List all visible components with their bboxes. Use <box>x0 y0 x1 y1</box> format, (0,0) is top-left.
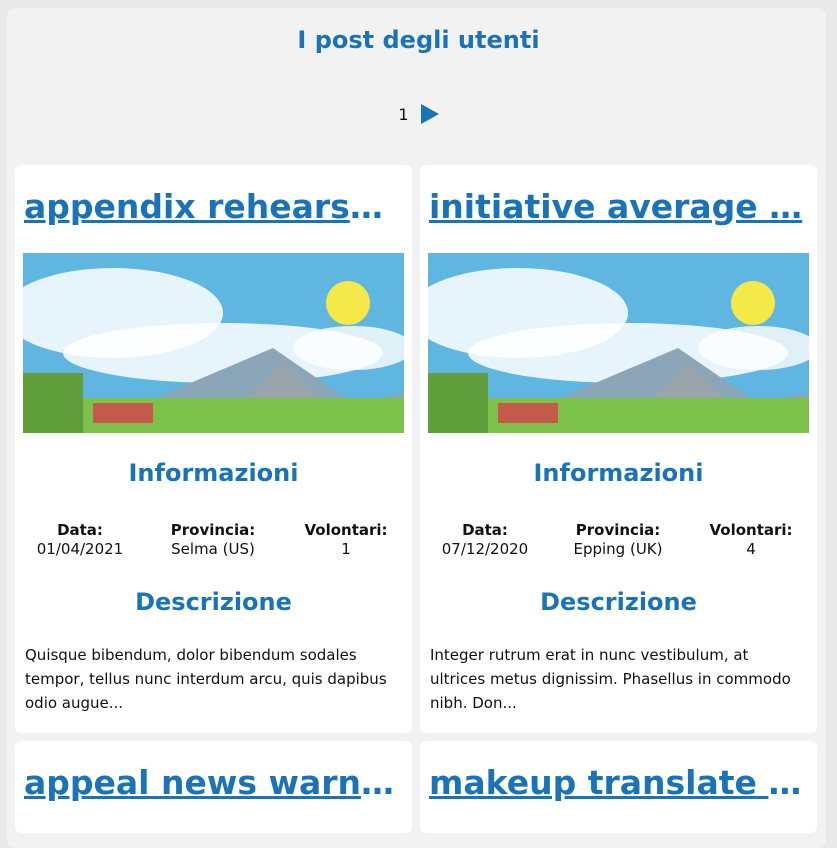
page-number[interactable]: 1 <box>398 105 408 124</box>
post-description: Quisque bibendum, dolor bibendum sodales… <box>25 646 387 712</box>
desc-heading: Descrizione <box>135 588 292 616</box>
info-heading: Informazioni <box>128 459 299 487</box>
volunteers-label: Volontari: <box>304 521 388 539</box>
page-title: I post degli utenti <box>297 26 540 54</box>
volunteers-label: Volontari: <box>709 521 793 539</box>
volunteers-value: 1 <box>341 540 351 558</box>
province-value: Epping (UK) <box>573 540 663 558</box>
date-label: Data: <box>462 521 508 539</box>
date-value: 01/04/2021 <box>36 540 124 558</box>
post-card: initiative average … Informazioni Data: … <box>420 165 817 733</box>
province-label: Provincia: <box>575 521 661 539</box>
province-info: Provincia: Selma (US) <box>158 521 268 559</box>
province-info: Provincia: Epping (UK) <box>563 521 673 559</box>
province-value: Selma (US) <box>171 540 255 558</box>
date-info: Data: 01/04/2021 <box>25 521 135 559</box>
province-label: Provincia: <box>170 521 256 539</box>
post-image <box>428 253 809 433</box>
info-row: Data: 07/12/2020 Provincia: Epping (UK) … <box>420 521 817 561</box>
desc-heading: Descrizione <box>540 588 697 616</box>
date-label: Data: <box>57 521 103 539</box>
post-card: makeup translate c… <box>420 741 817 833</box>
post-title-link[interactable]: initiative average … <box>429 185 809 229</box>
volunteers-value: 4 <box>746 540 756 558</box>
volunteers-info: Volontari: 1 <box>291 521 401 559</box>
volunteers-info: Volontari: 4 <box>696 521 806 559</box>
post-title-link[interactable]: appendix rehearsal… <box>24 185 404 229</box>
post-title-link[interactable]: appeal news warni… <box>24 761 404 805</box>
post-card: appendix rehearsal… Informazioni Data: 0… <box>15 165 412 733</box>
info-heading: Informazioni <box>533 459 704 487</box>
date-info: Data: 07/12/2020 <box>430 521 540 559</box>
post-image <box>23 253 404 433</box>
post-card: appeal news warni… <box>15 741 412 833</box>
date-value: 07/12/2020 <box>441 540 529 558</box>
post-description: Integer rutrum erat in nunc vestibulum, … <box>430 646 791 712</box>
pagination: 1 <box>0 104 837 124</box>
next-arrow-icon[interactable] <box>420 104 439 124</box>
info-row: Data: 01/04/2021 Provincia: Selma (US) V… <box>15 521 412 561</box>
post-title-link[interactable]: makeup translate c… <box>429 761 809 805</box>
